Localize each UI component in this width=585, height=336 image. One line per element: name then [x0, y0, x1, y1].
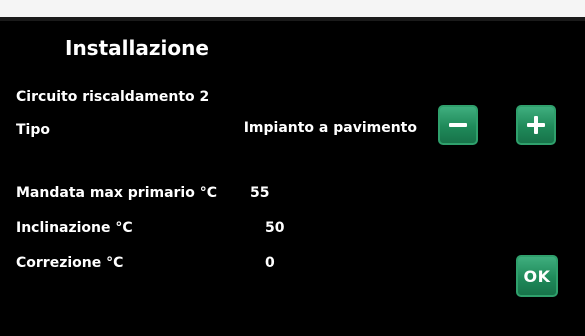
display-screen: Installazione Circuito riscaldamento 2 T…	[0, 17, 585, 336]
section-name: Circuito riscaldamento 2	[16, 89, 210, 105]
ok-button-label: OK	[523, 266, 551, 286]
ok-button[interactable]: OK	[516, 255, 558, 297]
page-title: Installazione	[65, 36, 209, 60]
minus-icon	[449, 123, 467, 127]
correction-label: Correzione °C	[16, 255, 124, 271]
plus-icon	[527, 116, 545, 134]
max-flow-value: 55	[250, 185, 270, 201]
slope-value: 50	[265, 220, 285, 236]
correction-value: 0	[265, 255, 275, 271]
top-bar	[0, 17, 585, 21]
slope-label: Inclinazione °C	[16, 220, 133, 236]
type-value: Impianto a pavimento	[243, 120, 417, 136]
increase-button[interactable]	[516, 105, 556, 145]
type-label: Tipo	[16, 122, 50, 138]
type-value-container: Impianto a pavimento	[212, 120, 417, 142]
decrease-button[interactable]	[438, 105, 478, 145]
max-flow-label: Mandata max primario °C	[16, 185, 217, 201]
